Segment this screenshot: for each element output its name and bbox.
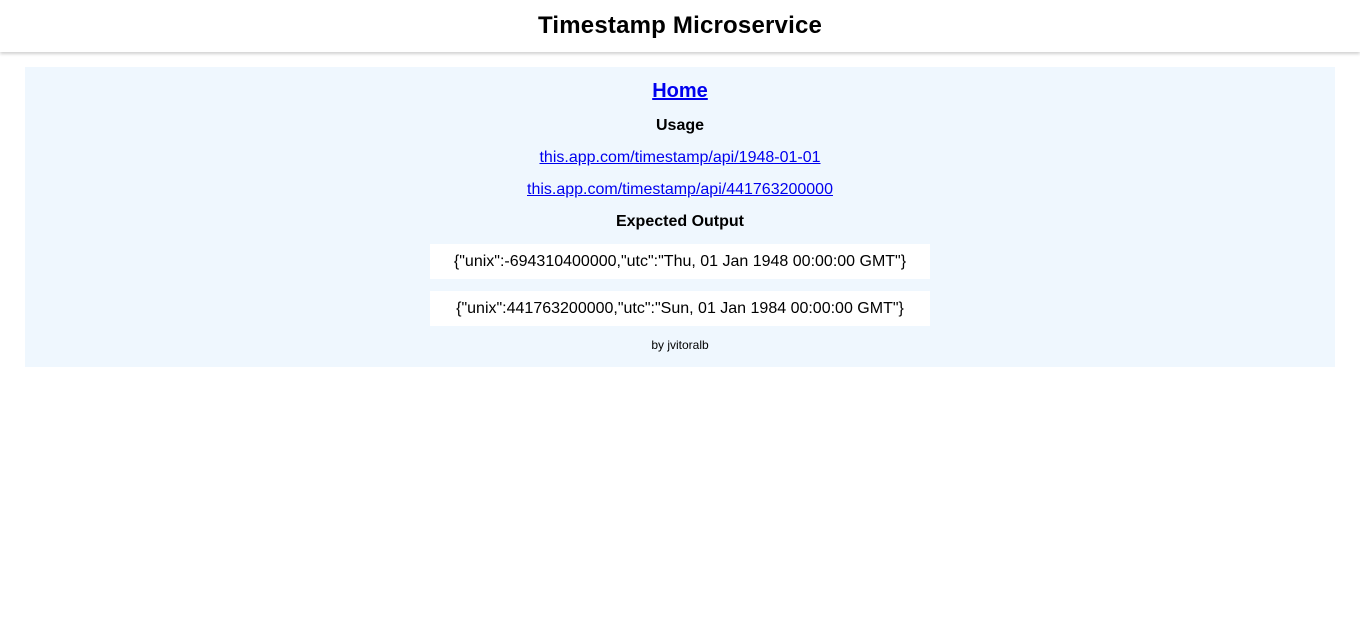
expected-output-1: {"unix":-694310400000,"utc":"Thu, 01 Jan… (430, 244, 930, 279)
usage-link-date[interactable]: this.app.com/timestamp/api/1948-01-01 (539, 149, 820, 166)
expected-output-1-text: {"unix":-694310400000,"utc":"Thu, 01 Jan… (453, 252, 907, 270)
usage-link-date-row: this.app.com/timestamp/api/1948-01-01 (25, 149, 1335, 167)
expected-output-2-text: {"unix":441763200000,"utc":"Sun, 01 Jan … (456, 299, 904, 317)
usage-heading: Usage (655, 117, 705, 134)
expected-output-heading: Expected Output (615, 213, 744, 230)
usage-link-unix-row: this.app.com/timestamp/api/441763200000 (25, 181, 1335, 199)
main-panel: Home Usage this.app.com/timestamp/api/19… (25, 67, 1335, 367)
page-title: Timestamp Microservice (537, 12, 823, 39)
author-footer: by jvitoralb (651, 338, 709, 352)
usage-link-unix[interactable]: this.app.com/timestamp/api/441763200000 (527, 181, 833, 198)
home-link[interactable]: Home (25, 80, 1335, 103)
page-header: Timestamp Microservice (0, 0, 1360, 52)
expected-output-2: {"unix":441763200000,"utc":"Sun, 01 Jan … (430, 291, 930, 326)
